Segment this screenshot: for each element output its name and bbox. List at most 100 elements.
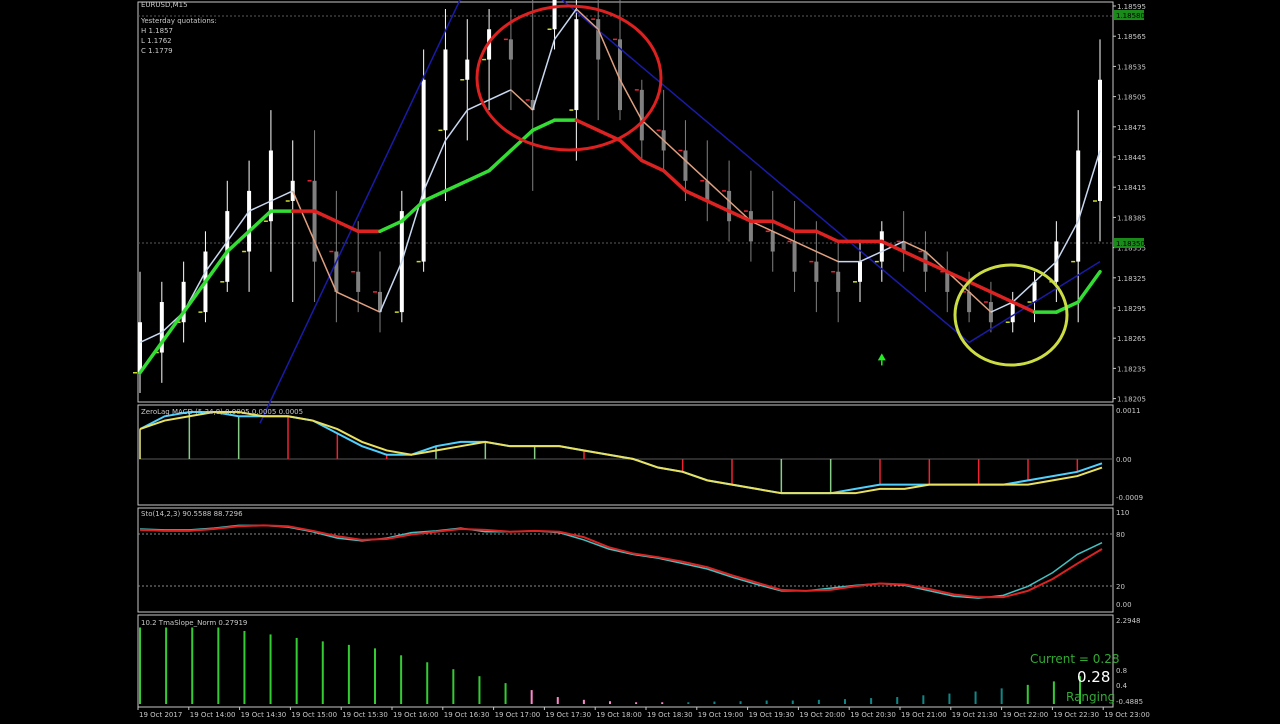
trading-terminal-chart: 1.18595 1.18565 1.18535 1.18505 1.18475 1.184… <box>0 0 1280 720</box>
tma-slope-bar <box>661 702 664 704</box>
main-price-panel[interactable] <box>137 1 1114 403</box>
macd-axis-zero: 0.00 <box>1116 456 1132 464</box>
candle-body <box>574 19 579 111</box>
candle-body <box>967 291 972 313</box>
price-tick-label: 1.18445 <box>1117 154 1146 162</box>
time-tick-label: 19 Oct 21:30 <box>952 711 998 719</box>
price-tick-label: 1.18535 <box>1117 63 1146 71</box>
tma-slope-bar <box>1052 681 1055 704</box>
tma-slope-bar <box>374 648 376 704</box>
macd-axis-top: 0.0011 <box>1116 407 1141 415</box>
tma-slope-bar <box>1000 688 1003 704</box>
candle-body <box>312 180 317 262</box>
candle-body <box>1032 281 1037 303</box>
time-tick-label: 19 Oct 2017 <box>139 711 182 719</box>
time-tick-label: 19 Oct 22:30 <box>1053 711 1099 719</box>
candle-body <box>705 180 710 201</box>
time-tick-label: 19 Oct 18:30 <box>647 711 693 719</box>
time-tick-label: 19 Oct 15:30 <box>342 711 388 719</box>
candle-body <box>1010 302 1015 323</box>
tma-slope-bar <box>504 683 507 704</box>
candle-body <box>247 190 252 252</box>
yesterday-high: H 1.1857 <box>141 27 173 35</box>
candle-body <box>508 39 513 60</box>
tma-slope-bar <box>817 699 820 704</box>
yesterday-close: C 1.1779 <box>141 47 173 55</box>
price-tick-label: 1.18415 <box>1117 184 1146 192</box>
time-tick-label: 19 Oct 16:30 <box>444 711 490 719</box>
time-tick-label: 19 Oct 16:00 <box>393 711 439 719</box>
time-tick-label: 19 Oct 20:30 <box>850 711 896 719</box>
candle-body <box>465 59 470 80</box>
price-tick-label: 1.18565 <box>1117 33 1146 41</box>
tma-slope-bar <box>844 699 846 704</box>
tma-slope-bar <box>739 701 742 704</box>
tma-slope-bar <box>974 691 977 704</box>
candle-body <box>748 211 753 242</box>
bid-price-badge: 1.18350 <box>1116 240 1145 248</box>
tma-slope-bar <box>269 634 272 704</box>
macd-panel[interactable] <box>137 404 1114 506</box>
tma-slope-bar <box>791 700 794 704</box>
candle-body <box>814 261 819 282</box>
price-tick-label: 1.18325 <box>1117 275 1146 283</box>
tma-slope-bar <box>139 627 141 704</box>
tma-axis-top: 2.2948 <box>1116 617 1141 625</box>
time-tick-label: 19 Oct 15:00 <box>291 711 337 719</box>
time-tick-label: 19 Oct 19:30 <box>749 711 795 719</box>
price-tick-label: 1.18385 <box>1117 214 1146 222</box>
candle-body <box>879 231 884 262</box>
candle-body <box>356 271 361 292</box>
time-tick-label: 19 Oct 21:00 <box>901 711 947 719</box>
tma-slope-bar <box>609 701 611 704</box>
ask-price-badge: 1.18580 <box>1116 12 1145 20</box>
time-tick-label: 19 Oct 17:00 <box>495 711 541 719</box>
time-tick-label: 19 Oct 20:00 <box>799 711 845 719</box>
candle-body <box>596 19 601 60</box>
candle-body <box>421 79 426 262</box>
time-tick-label: 19 Oct 19:00 <box>698 711 744 719</box>
price-tick-label: 1.18475 <box>1117 124 1146 132</box>
tma-slope-bar <box>582 699 585 704</box>
stoch-axis-20: 20 <box>1116 583 1125 591</box>
candle-body <box>858 261 862 282</box>
yesterday-low: L 1.1762 <box>141 37 172 45</box>
stoch-indicator-label: Sto(14,2,3) 90.5588 88.7296 <box>141 510 243 518</box>
chart-canvas[interactable]: 1.18595 1.18565 1.18535 1.18505 1.18475 1.184… <box>0 0 1280 720</box>
tma-slope-bar <box>948 693 951 704</box>
price-axis: 1.18595 1.18565 1.18535 1.18505 1.18475 1.184… <box>1113 3 1146 404</box>
candle-body <box>770 231 775 252</box>
time-tick-label: 19 Oct 22:00 <box>1003 711 1049 719</box>
price-tick-label: 1.18265 <box>1117 335 1146 343</box>
symbol-label: EURUSD,M15 <box>141 1 188 9</box>
time-tick-label: 19 Oct 14:00 <box>190 711 236 719</box>
tma-axis-08: 0.8 <box>1116 667 1127 675</box>
candle-body <box>225 211 230 282</box>
stoch-axis-0: 0.00 <box>1116 601 1132 609</box>
tma-slope-bar <box>922 695 925 704</box>
tma-slope-panel[interactable] <box>137 614 1114 708</box>
tma-slope-bar <box>530 690 533 704</box>
tma-status-text: Ranging <box>1066 690 1116 704</box>
candle-body <box>727 190 732 222</box>
candle-body <box>639 89 644 141</box>
tma-slope-bar <box>687 702 690 704</box>
time-tick-label: 19 Oct 17:30 <box>545 711 591 719</box>
stoch-axis-80: 80 <box>1116 531 1125 539</box>
time-tick-label: 19 Oct 23:00 <box>1104 711 1150 719</box>
tma-current-text: Current = 0.28 <box>1030 652 1120 666</box>
tma-slope-bar <box>478 676 481 704</box>
candle-body <box>138 322 142 373</box>
yesterday-title: Yesterday quotations: <box>141 17 217 25</box>
tma-slope-bar <box>896 697 899 704</box>
tma-slope-bar <box>1026 684 1029 704</box>
tma-slope-bar <box>321 641 324 704</box>
tma-indicator-label: 10.2 TmaSlope_Norm 0.27919 <box>141 619 247 627</box>
tma-slope-bar <box>765 700 768 704</box>
price-tick-label: 1.18205 <box>1117 396 1146 404</box>
candle-body <box>792 241 797 272</box>
tma-slope-bar <box>635 702 638 704</box>
candle-body <box>443 49 448 131</box>
tma-slope-bar <box>452 669 455 704</box>
price-tick-label: 1.18295 <box>1117 305 1146 313</box>
